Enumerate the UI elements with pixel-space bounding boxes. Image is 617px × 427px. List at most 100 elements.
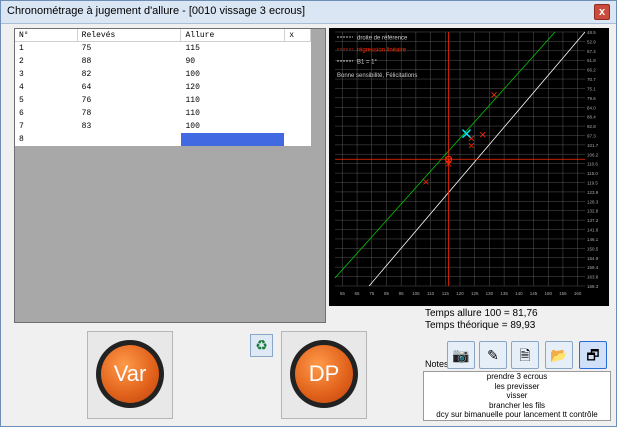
table-row[interactable]: 4 64 120 xyxy=(15,81,311,94)
y-tick-label: 119.5 xyxy=(587,181,598,186)
gallery-icon[interactable]: 🗗 xyxy=(579,341,607,369)
column-header-x[interactable]: x xyxy=(284,29,311,42)
table-row[interactable]: 2 88 90 xyxy=(15,55,311,68)
x-tick-label: 65 xyxy=(355,291,361,296)
cell-releve[interactable]: 83 xyxy=(77,120,182,133)
cell-releve[interactable]: 75 xyxy=(77,41,182,55)
x-tick-label: 155 xyxy=(559,291,567,296)
table-row[interactable]: 1 75 115 xyxy=(15,41,311,55)
column-header-number[interactable]: N° xyxy=(15,29,78,42)
cell-allure[interactable]: 110 xyxy=(180,107,286,120)
cell-allure[interactable]: 90 xyxy=(180,55,286,68)
cell-number[interactable]: 2 xyxy=(15,55,78,68)
measurements-panel: N° Relevés Allure x 1 75 115 2 88 90 3 82 100 4 64… xyxy=(14,28,326,323)
legend-label: B1 = 1° xyxy=(357,60,378,66)
x-tick-label: 120 xyxy=(456,291,464,296)
x-tick-label: 135 xyxy=(500,291,508,296)
x-tick-label: 160 xyxy=(574,291,582,296)
table-row[interactable]: 7 83 100 xyxy=(15,120,311,133)
table-row[interactable]: 5 76 110 xyxy=(15,94,311,107)
folder-icon[interactable]: 📂 xyxy=(545,341,573,369)
table-row[interactable]: 3 82 100 xyxy=(15,68,311,81)
var-button[interactable]: Var xyxy=(87,331,173,419)
notes-box[interactable]: prendre 3 ecrous les previsser visser branc… xyxy=(423,371,611,421)
cell-releve[interactable]: 88 xyxy=(77,55,182,68)
cell-allure[interactable]: 110 xyxy=(180,94,286,107)
main-window: Chronométrage à jugement d'allure - [001… xyxy=(0,0,617,427)
x-tick-label: 55 xyxy=(340,291,346,296)
temps-allure-text: Temps allure 100 = 81,76 xyxy=(425,308,538,319)
cell-x[interactable] xyxy=(284,68,311,81)
notes-line: prendre 3 ecrous xyxy=(486,372,548,381)
y-tick-label: 97.3 xyxy=(587,133,596,138)
cell-x[interactable] xyxy=(284,133,311,146)
cell-allure[interactable] xyxy=(180,133,286,146)
camera-icon[interactable]: 📷 xyxy=(447,341,475,369)
recycle-icon[interactable]: ♻ xyxy=(250,334,273,357)
temps-theorique-text: Temps théorique = 89,93 xyxy=(425,320,536,331)
cell-number[interactable]: 3 xyxy=(15,68,78,81)
cell-releve[interactable] xyxy=(77,133,182,146)
cell-number[interactable]: 8 xyxy=(15,133,78,146)
chart-message: Bonne sensibilité, Félicitations xyxy=(337,73,417,79)
y-tick-label: 110.6 xyxy=(587,162,598,167)
cell-x[interactable] xyxy=(284,81,311,94)
y-tick-label: 75.1 xyxy=(587,86,596,91)
table-row[interactable]: 8 xyxy=(15,133,311,146)
cell-x[interactable] xyxy=(284,94,311,107)
cell-releve[interactable]: 64 xyxy=(77,81,182,94)
cell-x[interactable] xyxy=(284,55,311,68)
x-tick-label: 85 xyxy=(384,291,390,296)
cell-x[interactable] xyxy=(284,107,311,120)
x-tick-label: 75 xyxy=(369,291,375,296)
y-tick-label: 66.2 xyxy=(587,68,596,73)
y-tick-label: 141.6 xyxy=(587,228,599,233)
table-row[interactable]: 6 78 110 xyxy=(15,107,311,120)
cell-allure[interactable]: 100 xyxy=(180,120,286,133)
y-tick-label: 88.4 xyxy=(587,115,596,120)
cell-number[interactable]: 7 xyxy=(15,120,78,133)
y-tick-label: 128.3 xyxy=(587,199,599,204)
measurements-table[interactable]: N° Relevés Allure x 1 75 115 2 88 90 3 82 100 4 64… xyxy=(15,29,311,146)
legend-label: droite de référence xyxy=(357,36,408,42)
window-title: Chronométrage à jugement d'allure - [001… xyxy=(7,5,306,17)
cell-releve[interactable]: 76 xyxy=(77,94,182,107)
y-tick-label: 123.9 xyxy=(587,190,599,195)
cell-number[interactable]: 4 xyxy=(15,81,78,94)
cell-releve[interactable]: 78 xyxy=(77,107,182,120)
y-tick-label: 159.4 xyxy=(587,265,599,270)
x-tick-label: 150 xyxy=(544,291,552,296)
y-tick-label: 146.1 xyxy=(587,237,599,242)
close-icon[interactable]: x xyxy=(594,4,610,20)
legend-label: régression linéaire xyxy=(357,48,407,54)
var-button-label: Var xyxy=(101,345,159,403)
x-tick-label: 125 xyxy=(471,291,479,296)
title-bar: Chronométrage à jugement d'allure - [001… xyxy=(1,1,616,24)
column-header-releves[interactable]: Relevés xyxy=(77,29,182,42)
cell-allure[interactable]: 115 xyxy=(180,41,286,55)
dp-button-label: DP xyxy=(295,345,353,403)
column-header-allure[interactable]: Allure xyxy=(180,29,286,42)
x-tick-label: 115 xyxy=(442,291,450,296)
cell-allure[interactable]: 120 xyxy=(180,81,286,94)
y-tick-label: 70.7 xyxy=(587,77,596,82)
cell-x[interactable] xyxy=(284,41,311,55)
cell-number[interactable]: 1 xyxy=(15,41,78,55)
cell-releve[interactable]: 82 xyxy=(77,68,182,81)
dp-button[interactable]: DP xyxy=(281,331,367,419)
y-tick-label: 132.8 xyxy=(587,209,599,214)
y-tick-label: 79.6 xyxy=(587,96,596,101)
cell-number[interactable]: 6 xyxy=(15,107,78,120)
document-icon[interactable]: 🗎 xyxy=(511,341,539,369)
cell-number[interactable]: 5 xyxy=(15,94,78,107)
allure-chart: 55 65 75 85 95 105 110 115 120 125 130 135 140 145 150… xyxy=(329,28,609,306)
notes-line: visser xyxy=(506,391,528,401)
notes-label: Notes xyxy=(425,359,449,369)
cell-x[interactable] xyxy=(284,120,311,133)
y-tick-label: 150.5 xyxy=(587,246,599,251)
cell-allure[interactable]: 100 xyxy=(180,68,286,81)
y-tick-label: 61.8 xyxy=(587,58,596,63)
y-tick-label: 137.2 xyxy=(587,218,599,223)
edit-icon[interactable]: ✎ xyxy=(479,341,507,369)
y-tick-label: 101.7 xyxy=(587,143,599,148)
